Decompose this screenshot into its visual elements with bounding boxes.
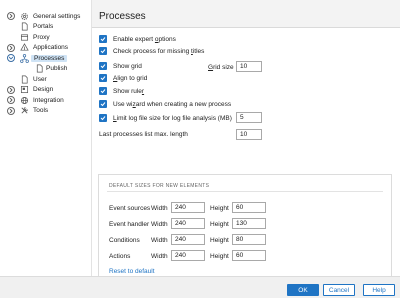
width-label: Width bbox=[151, 205, 168, 212]
height-label: Height bbox=[210, 237, 229, 244]
last-processes-label: Last processes list max. length bbox=[99, 131, 188, 138]
group-title: DEFAULT SIZES FOR NEW ELEMENTS bbox=[109, 183, 210, 189]
height-label: Height bbox=[210, 221, 229, 228]
checkbox-label: Align to grid bbox=[113, 74, 148, 82]
checkbox-checked-icon[interactable] bbox=[99, 35, 107, 43]
tree-item-integration[interactable]: Integration bbox=[0, 95, 91, 106]
default-sizes-group: DEFAULT SIZES FOR NEW ELEMENTS Event sou… bbox=[98, 174, 392, 283]
checkbox-checked-icon[interactable] bbox=[99, 114, 107, 122]
actions-height-input[interactable] bbox=[232, 250, 266, 261]
tree-item-label: General settings bbox=[33, 12, 81, 20]
tools-icon bbox=[20, 106, 29, 115]
tree-item-label: Tools bbox=[33, 107, 49, 115]
height-label: Height bbox=[210, 253, 229, 260]
tree-item-label: Proxy bbox=[33, 33, 50, 41]
expand-icon[interactable] bbox=[7, 12, 15, 21]
group-divider bbox=[107, 191, 383, 192]
tree-item-label: User bbox=[33, 75, 47, 83]
expand-icon[interactable] bbox=[7, 43, 15, 52]
expand-icon[interactable] bbox=[7, 96, 15, 105]
grid-size-label: Grid size bbox=[208, 64, 234, 71]
enable-expert-options-checkbox[interactable]: Enable expert options bbox=[99, 35, 176, 43]
tree-item-label: Publish bbox=[46, 65, 68, 73]
event-handler-height-input[interactable] bbox=[232, 218, 266, 229]
tree-item-label: Applications bbox=[33, 44, 69, 52]
processes-icon bbox=[20, 53, 29, 63]
reset-to-default-link[interactable]: Reset to default bbox=[109, 268, 155, 275]
collapse-icon[interactable] bbox=[7, 54, 15, 63]
checkbox-label: Use wizard when creating a new process bbox=[113, 100, 232, 108]
checkbox-label: Show ruler bbox=[113, 87, 145, 95]
tree-item-proxy[interactable]: Proxy bbox=[0, 32, 91, 43]
width-label: Width bbox=[151, 253, 168, 260]
settings-content: Enable expert options Check process for … bbox=[92, 28, 400, 283]
document-icon bbox=[35, 64, 44, 73]
checkbox-checked-icon[interactable] bbox=[99, 62, 107, 70]
expand-icon[interactable] bbox=[7, 106, 15, 115]
expand-icon[interactable] bbox=[7, 85, 15, 94]
width-label: Width bbox=[151, 237, 168, 244]
event-handler-label: Event handler bbox=[109, 221, 150, 228]
tree-item-general-settings[interactable]: General settings bbox=[0, 11, 91, 22]
show-grid-checkbox[interactable]: Show grid bbox=[99, 62, 142, 70]
settings-tree: General settings Portals Proxy Applicati… bbox=[0, 0, 92, 276]
last-processes-input[interactable] bbox=[236, 129, 262, 140]
cancel-button[interactable]: Cancel bbox=[323, 284, 355, 296]
tree-item-tools[interactable]: Tools bbox=[0, 106, 91, 117]
gear-icon bbox=[20, 12, 29, 21]
tree-item-design[interactable]: Design bbox=[0, 85, 91, 96]
conditions-height-input[interactable] bbox=[232, 234, 266, 245]
checkbox-label: Show grid bbox=[113, 62, 142, 70]
checkbox-label: Enable expert options bbox=[113, 35, 176, 43]
event-sources-width-input[interactable] bbox=[171, 202, 205, 213]
checkbox-checked-icon[interactable] bbox=[99, 47, 107, 55]
width-label: Width bbox=[151, 221, 168, 228]
height-label: Height bbox=[210, 205, 229, 212]
event-sources-height-input[interactable] bbox=[232, 202, 266, 213]
conditions-width-input[interactable] bbox=[171, 234, 205, 245]
checkbox-checked-icon[interactable] bbox=[99, 74, 107, 82]
checkbox-checked-icon[interactable] bbox=[99, 100, 107, 108]
ok-button[interactable]: OK bbox=[287, 284, 319, 296]
check-missing-titles-checkbox[interactable]: Check process for missing titles bbox=[99, 47, 204, 55]
checkbox-checked-icon[interactable] bbox=[99, 87, 107, 95]
tree-item-label: Integration bbox=[33, 96, 64, 104]
tree-item-processes[interactable]: Processes bbox=[0, 53, 91, 64]
file-icon bbox=[20, 22, 29, 31]
align-to-grid-checkbox[interactable]: Align to grid bbox=[99, 74, 147, 82]
page-title: Processes bbox=[99, 11, 146, 22]
event-handler-width-input[interactable] bbox=[171, 218, 205, 229]
help-button[interactable]: Help bbox=[363, 284, 395, 296]
use-wizard-checkbox[interactable]: Use wizard when creating a new process bbox=[99, 100, 231, 108]
dialog-footer: OK Cancel Help bbox=[0, 276, 400, 298]
user-icon bbox=[20, 75, 29, 84]
tree-item-label: Portals bbox=[33, 23, 54, 31]
conditions-label: Conditions bbox=[109, 237, 140, 244]
tree-item-publish[interactable]: Publish bbox=[0, 64, 91, 75]
actions-label: Actions bbox=[109, 253, 131, 260]
show-ruler-checkbox[interactable]: Show ruler bbox=[99, 87, 144, 95]
applications-icon bbox=[20, 43, 29, 52]
tree-item-user[interactable]: User bbox=[0, 74, 91, 85]
tree-item-label: Processes bbox=[31, 54, 68, 62]
tree-item-portals[interactable]: Portals bbox=[0, 22, 91, 33]
log-size-input[interactable] bbox=[236, 112, 262, 123]
checkbox-label: Limit log file size for log file analysi… bbox=[113, 114, 232, 122]
event-sources-label: Event sources bbox=[109, 205, 151, 212]
actions-width-input[interactable] bbox=[171, 250, 205, 261]
design-icon bbox=[20, 85, 29, 94]
tree-item-label: Design bbox=[33, 86, 54, 94]
grid-size-input[interactable] bbox=[236, 61, 262, 72]
integration-icon bbox=[20, 96, 29, 105]
checkbox-label: Check process for missing titles bbox=[113, 47, 205, 55]
tree-item-applications[interactable]: Applications bbox=[0, 43, 91, 54]
processes-panel: Processes Enable expert options Check pr… bbox=[92, 0, 400, 283]
proxy-icon bbox=[20, 33, 29, 42]
limit-log-size-checkbox[interactable]: Limit log file size for log file analysi… bbox=[99, 114, 232, 122]
